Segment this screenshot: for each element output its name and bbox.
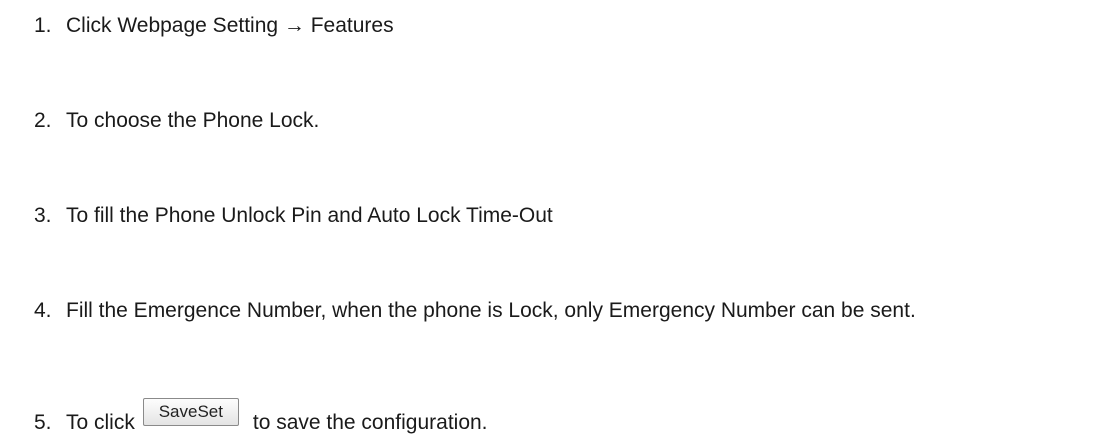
step-number: 3.: [34, 204, 52, 227]
step-text-after: to save the configuration.: [252, 411, 488, 434]
step-text: Fill the Emergence Number, when the phon…: [66, 299, 916, 322]
step-text: To click SaveSet to save the configuration…: [66, 398, 488, 440]
step-number: 1.: [34, 14, 52, 37]
step-number: 4.: [34, 299, 52, 322]
step-text: Click Webpage Setting → Features: [66, 14, 394, 37]
step-text: To fill the Phone Unlock Pin and Auto Lo…: [66, 204, 553, 227]
saveset-button[interactable]: SaveSet: [142, 398, 239, 426]
step-text: To choose the Phone Lock.: [66, 109, 320, 132]
step-number: 5.: [34, 411, 52, 434]
step-number: 2.: [34, 109, 52, 132]
step-text-before: To click: [66, 411, 135, 434]
